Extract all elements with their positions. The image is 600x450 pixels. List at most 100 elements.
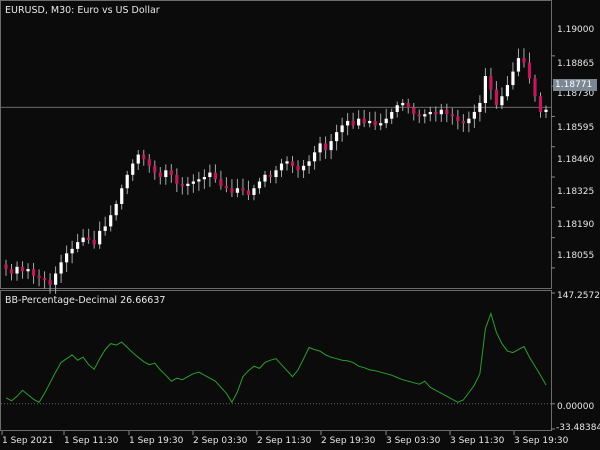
candle-body <box>379 123 383 126</box>
candle-body <box>329 141 333 151</box>
candle-body <box>142 154 146 160</box>
candle-body <box>307 161 311 166</box>
candle-body <box>81 237 85 243</box>
candle-body <box>500 96 504 106</box>
price-tick-label: 1.18325 <box>557 187 595 197</box>
time-tick-label: 1 Sep 11:30 <box>64 436 119 446</box>
candle-body <box>20 266 25 272</box>
candle-body <box>109 215 113 227</box>
candle-body <box>252 188 256 195</box>
candle-body <box>279 163 284 171</box>
candle-body <box>186 183 190 187</box>
candle-body <box>175 174 179 184</box>
candle-body <box>164 170 168 178</box>
candle-body <box>191 181 195 184</box>
candle-body <box>268 174 273 178</box>
candle-body <box>533 78 537 97</box>
candle-body <box>197 179 201 182</box>
candle-body <box>42 278 47 281</box>
candle-body <box>434 111 438 115</box>
price-tick-label: 1.18595 <box>557 123 595 133</box>
candle-body <box>323 143 328 151</box>
price-tick-label: 1.19000 <box>557 25 595 35</box>
candle-body <box>456 116 460 121</box>
candle-body <box>296 165 300 171</box>
candle-body <box>59 262 63 274</box>
candle-body <box>511 71 515 86</box>
candle-body <box>136 154 140 164</box>
candle-body <box>70 248 74 254</box>
time-tick-label: 2 Sep 19:30 <box>321 436 376 446</box>
candle-body <box>15 266 19 274</box>
candle-body <box>65 253 69 263</box>
candle-body <box>114 203 118 216</box>
candle-body <box>406 102 410 108</box>
time-tick-label: 1 Sep 2021 <box>2 436 54 446</box>
candle-body <box>147 159 151 166</box>
candle-body <box>362 118 366 124</box>
candle-body <box>445 109 449 115</box>
price-tick-label: 1.18865 <box>557 59 595 69</box>
candle-body <box>169 170 173 175</box>
candle-body <box>527 62 532 79</box>
candle-body <box>538 96 543 112</box>
candle-body <box>335 132 339 142</box>
candle-body <box>235 188 240 193</box>
indicator-tick-label: 0.00000 <box>557 402 595 412</box>
candle-body <box>390 111 394 119</box>
candle-body <box>417 114 421 117</box>
candle-body <box>224 186 229 189</box>
candle-body <box>208 172 212 178</box>
candle-body <box>351 120 355 126</box>
time-tick-label: 3 Sep 11:30 <box>450 436 505 446</box>
price-tick-label: 1.18055 <box>557 251 595 261</box>
candle-body <box>544 109 548 112</box>
time-tick-label: 2 Sep 11:30 <box>257 436 312 446</box>
candle-body <box>285 161 289 164</box>
candle-body <box>340 125 344 133</box>
candle-body <box>423 114 427 117</box>
candle-body <box>180 183 184 187</box>
candle-body <box>26 269 30 272</box>
candle-body <box>120 188 124 204</box>
candle-body <box>478 102 482 112</box>
candle-body <box>318 143 322 153</box>
candle-body <box>9 269 14 274</box>
candle-body <box>494 89 499 106</box>
candle-body <box>461 120 465 124</box>
candle-body <box>489 76 493 90</box>
candle-body <box>158 172 162 178</box>
candle-body <box>301 165 306 171</box>
candle-body <box>312 152 317 162</box>
candle-body <box>428 111 432 115</box>
price-tick-label: 1.18460 <box>557 155 595 165</box>
candle-body <box>439 109 443 115</box>
candle-body <box>516 58 521 72</box>
candle-body <box>31 269 36 276</box>
candle-body <box>346 120 350 126</box>
candle-body <box>412 107 416 115</box>
candle-body <box>241 188 245 191</box>
candle-body <box>246 190 251 195</box>
candle-body <box>76 242 80 249</box>
candle-body <box>219 179 223 187</box>
candle-body <box>48 280 52 285</box>
indicator-tick-label: 147.25722 <box>557 291 600 301</box>
candle-body <box>384 118 388 124</box>
candle-body <box>4 264 8 270</box>
candle-body <box>395 105 399 112</box>
candle-body <box>98 230 102 245</box>
candle-body <box>125 174 129 189</box>
candle-body <box>37 275 41 279</box>
candle-body <box>263 174 267 182</box>
time-tick-label: 3 Sep 19:30 <box>514 436 569 446</box>
candle-body <box>290 161 295 166</box>
candle-body <box>368 120 372 124</box>
candle-body <box>153 165 157 173</box>
price-tick-label: 1.18190 <box>557 220 595 230</box>
candle-body <box>92 239 96 245</box>
candle-body <box>450 114 454 117</box>
chart-window: EURUSD, M30: Euro vs US Dollar BB-Percen… <box>0 0 600 450</box>
time-tick-label: 3 Sep 03:30 <box>386 436 441 446</box>
candle-body <box>522 58 526 63</box>
